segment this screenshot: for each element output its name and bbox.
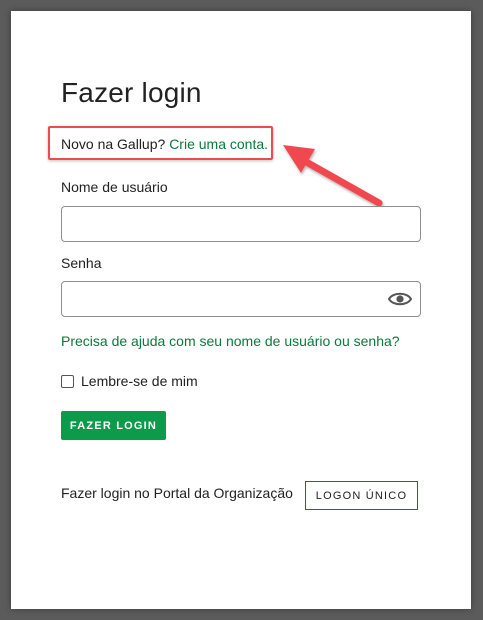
help-link[interactable]: Precisa de ajuda com seu nome de usuário… — [61, 333, 400, 349]
password-label: Senha — [61, 255, 102, 271]
remember-checkbox[interactable] — [61, 374, 74, 388]
portal-text: Fazer login no Portal da Organização — [61, 485, 293, 501]
username-input[interactable] — [61, 206, 421, 242]
remember-label: Lembre-se de mim — [81, 373, 198, 389]
login-card: Fazer login Novo na Gallup? Crie uma con… — [11, 11, 471, 609]
login-button[interactable]: FAZER LOGIN — [61, 411, 166, 440]
password-input[interactable] — [61, 281, 421, 317]
remember-me[interactable]: Lembre-se de mim — [61, 373, 198, 389]
username-label: Nome de usuário — [61, 179, 168, 195]
sso-button[interactable]: LOGON ÚNICO — [305, 481, 418, 510]
arrow-icon — [283, 145, 383, 207]
page-title: Fazer login — [61, 77, 202, 108]
annotation-highlight-box — [48, 126, 273, 160]
eye-icon[interactable] — [388, 290, 412, 308]
